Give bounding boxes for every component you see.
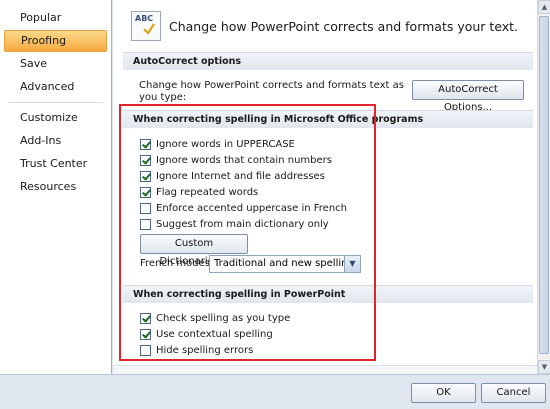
autocorrect-options-button[interactable]: AutoCorrect Options... [412,80,524,113]
ignore-numbers-label: Ignore words that contain numbers [156,154,332,166]
scroll-up-icon[interactable]: ▲ [538,0,550,14]
scroll-thumb[interactable] [539,16,549,354]
options-sidebar: Popular Proofing Save Advanced Customize… [0,0,112,374]
vertical-scrollbar[interactable]: ▲ ▼ [537,0,550,374]
proofing-panel: ABC Change how PowerPoint corrects and f… [113,0,537,374]
option-main-dictionary[interactable]: Suggest from main dictionary only [140,217,329,231]
ignore-internet-label: Ignore Internet and file addresses [156,170,325,182]
sidebar-item-trust-center[interactable]: Trust Center [4,153,107,175]
panel-header: ABC Change how PowerPoint corrects and f… [131,8,518,44]
check-spelling-checkbox[interactable] [140,312,151,324]
option-ignore-uppercase[interactable]: Ignore words in UPPERCASE [140,137,295,151]
sidebar-item-advanced[interactable]: Advanced [4,76,107,98]
enforce-french-label: Enforce accented uppercase in French [156,202,348,214]
autocorrect-description: Change how PowerPoint corrects and forma… [139,80,404,103]
panel-header-text: Change how PowerPoint corrects and forma… [169,18,519,34]
ok-button[interactable]: OK [411,383,476,403]
sidebar-item-proofing[interactable]: Proofing [4,30,107,52]
check-spelling-label: Check spelling as you type [156,312,291,324]
cancel-button[interactable]: Cancel [481,383,546,403]
option-enforce-french[interactable]: Enforce accented uppercase in French [140,201,347,215]
french-modes-label: French modes: [140,258,214,269]
horizontal-scrollbar[interactable] [113,365,537,374]
options-dialog: Popular Proofing Save Advanced Customize… [0,0,550,409]
abc-spellcheck-icon: ABC [131,11,161,41]
flag-repeated-checkbox[interactable] [140,186,151,198]
option-check-spelling[interactable]: Check spelling as you type [140,311,290,325]
custom-dictionaries-button[interactable]: Custom Dictionaries... [140,234,248,267]
enforce-french-checkbox[interactable] [140,202,151,214]
main-dictionary-label: Suggest from main dictionary only [156,218,329,230]
contextual-spelling-label: Use contextual spelling [156,328,273,340]
sidebar-item-popular[interactable]: Popular [4,7,107,29]
ppt-spelling-section-title: When correcting spelling in PowerPoint [123,285,533,303]
hide-errors-checkbox[interactable] [140,344,151,356]
sidebar-divider [8,102,103,103]
ignore-uppercase-checkbox[interactable] [140,138,151,150]
chevron-down-icon[interactable]: ▼ [344,256,360,272]
flag-repeated-label: Flag repeated words [156,186,259,198]
autocorrect-section-title: AutoCorrect options [123,52,533,70]
option-ignore-numbers[interactable]: Ignore words that contain numbers [140,153,332,167]
option-contextual-spelling[interactable]: Use contextual spelling [140,327,273,341]
contextual-spelling-checkbox[interactable] [140,328,151,340]
sidebar-item-add-ins[interactable]: Add-Ins [4,130,107,152]
ignore-numbers-checkbox[interactable] [140,154,151,166]
scroll-down-icon[interactable]: ▼ [538,360,550,374]
hide-errors-label: Hide spelling errors [156,344,254,356]
ignore-uppercase-label: Ignore words in UPPERCASE [156,138,295,150]
option-hide-errors[interactable]: Hide spelling errors [140,343,253,357]
ignore-internet-checkbox[interactable] [140,170,151,182]
main-dictionary-checkbox[interactable] [140,218,151,230]
sidebar-item-save[interactable]: Save [4,53,107,75]
french-modes-value: Traditional and new spellings [214,258,360,269]
option-ignore-internet[interactable]: Ignore Internet and file addresses [140,169,325,183]
office-spelling-section-title: When correcting spelling in Microsoft Of… [123,110,533,128]
option-flag-repeated[interactable]: Flag repeated words [140,185,258,199]
sidebar-item-resources[interactable]: Resources [4,176,107,198]
french-modes-select[interactable]: Traditional and new spellings ▼ [209,255,361,273]
sidebar-item-customize[interactable]: Customize [4,107,107,129]
footer-divider [0,374,550,375]
